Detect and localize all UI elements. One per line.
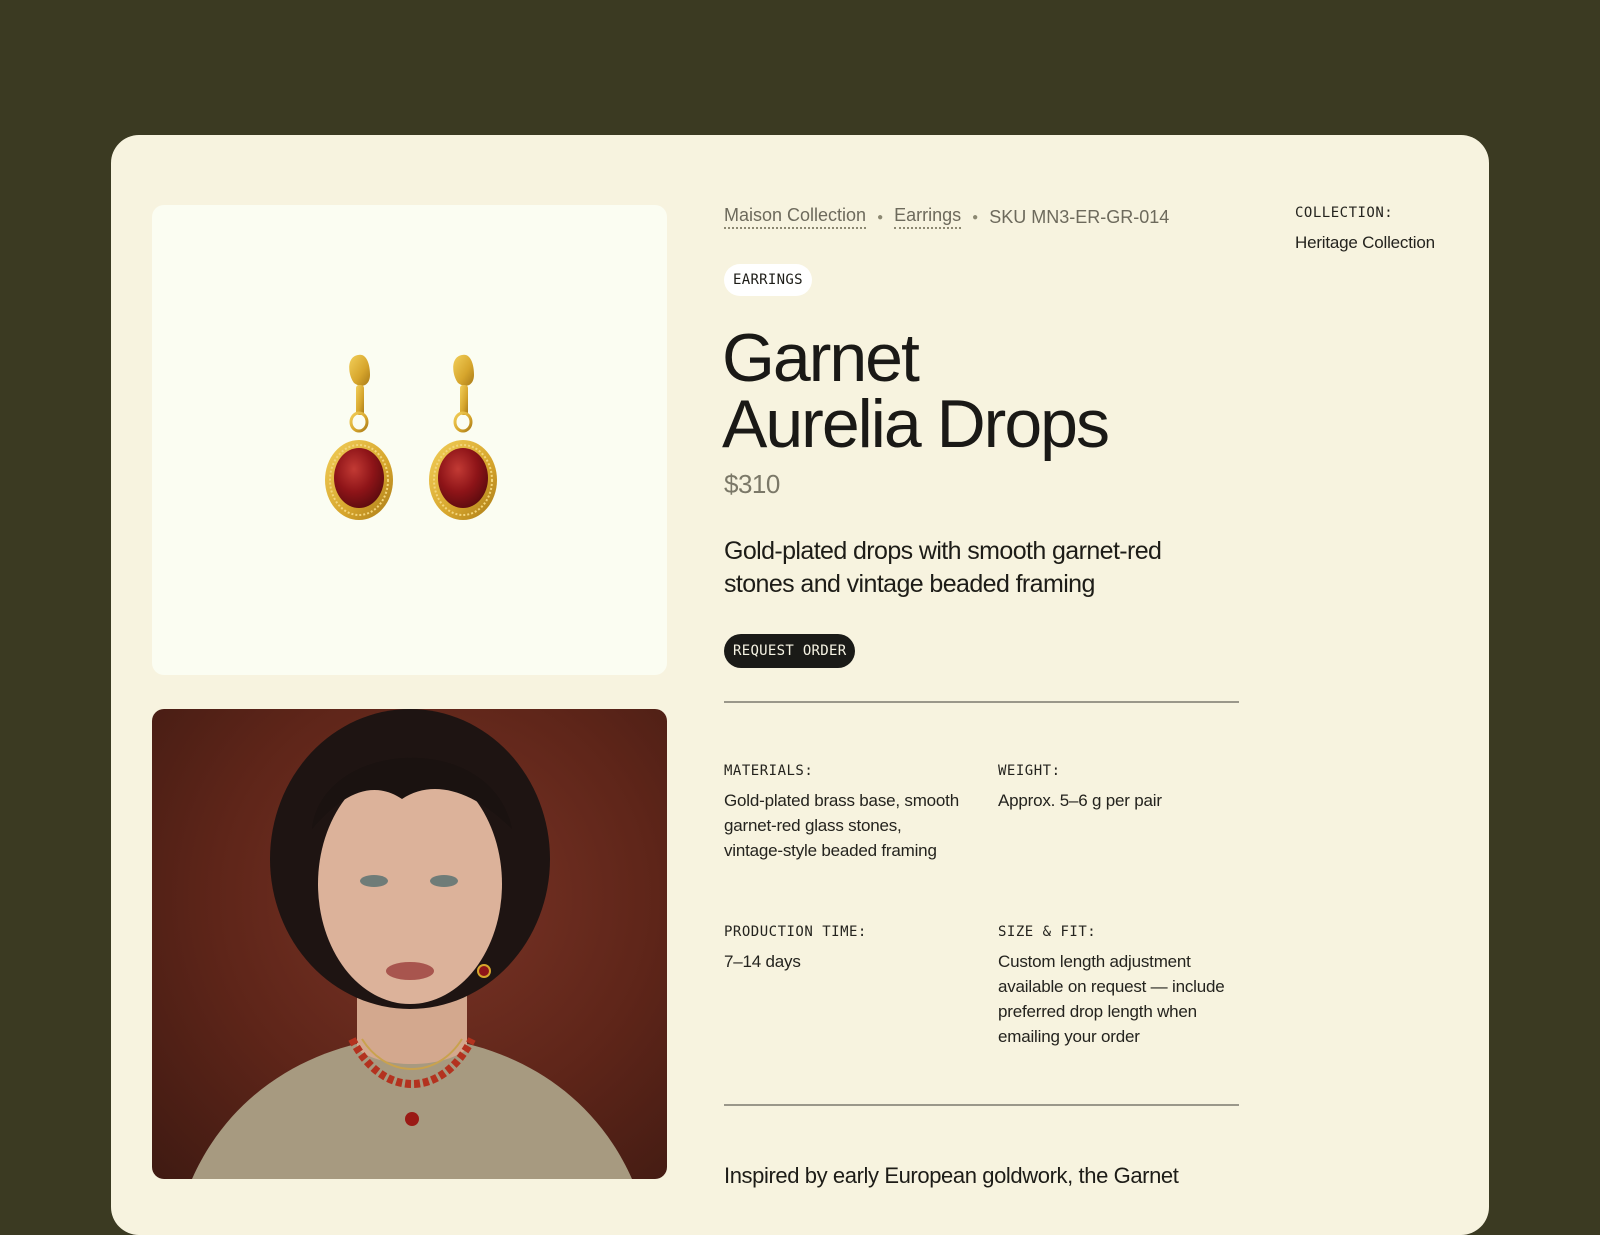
collection-info: COLLECTION: Heritage Collection xyxy=(1295,205,1435,255)
spec-weight: WEIGHT: Approx. 5–6 g per pair xyxy=(998,763,1238,813)
collection-value: Heritage Collection xyxy=(1295,233,1435,252)
spec-weight-label: WEIGHT: xyxy=(998,763,1061,779)
spec-materials-value: Gold-plated brass base, smooth garnet-re… xyxy=(724,791,959,860)
product-price: $310 xyxy=(724,469,780,499)
spec-weight-value: Approx. 5–6 g per pair xyxy=(998,791,1162,810)
breadcrumb-separator: ● xyxy=(972,211,979,223)
product-photo[interactable] xyxy=(152,205,667,675)
spec-materials-label: MATERIALS: xyxy=(724,763,814,779)
breadcrumb-separator: ● xyxy=(877,211,884,223)
breadcrumb-collection-link[interactable]: Maison Collection xyxy=(724,205,867,229)
model-photo[interactable] xyxy=(152,709,667,1179)
product-card: Maison Collection ● Earrings ● SKU MN3-E… xyxy=(111,135,1489,1235)
product-title-line-1: Garnet xyxy=(722,320,920,396)
divider xyxy=(724,701,1239,703)
collection-label: COLLECTION: xyxy=(1295,205,1394,221)
request-order-button[interactable]: REQUEST ORDER xyxy=(724,634,856,668)
spec-production-time-value: 7–14 days xyxy=(724,952,801,971)
spec-production-time-label: PRODUCTION TIME: xyxy=(724,924,867,940)
spec-materials: MATERIALS: Gold-plated brass base, smoot… xyxy=(724,763,964,863)
product-title-line-2: Aurelia Drops xyxy=(722,386,1110,462)
model-portrait-photo xyxy=(192,709,632,1179)
earring-product-photo xyxy=(325,354,497,520)
product-title: Garnet Aurelia Drops xyxy=(722,320,1282,462)
breadcrumb: Maison Collection ● Earrings ● SKU MN3-E… xyxy=(724,205,1169,229)
spec-size-fit-value: Custom length adjustment available on re… xyxy=(998,952,1225,1046)
sku-label: SKU MN3-ER-GR-014 xyxy=(989,206,1170,227)
category-tag: EARRINGS xyxy=(724,264,812,296)
product-tagline: Gold-plated drops with smooth garnet-red… xyxy=(724,537,1162,598)
spec-production-time: PRODUCTION TIME: 7–14 days xyxy=(724,924,964,974)
spec-size-fit: SIZE & FIT: Custom length adjustment ava… xyxy=(998,924,1238,1049)
divider xyxy=(724,1104,1239,1106)
breadcrumb-category-link[interactable]: Earrings xyxy=(894,205,962,229)
spec-size-fit-label: SIZE & FIT: xyxy=(998,924,1097,940)
product-story-intro: Inspired by early European goldwork, the… xyxy=(724,1163,1179,1188)
